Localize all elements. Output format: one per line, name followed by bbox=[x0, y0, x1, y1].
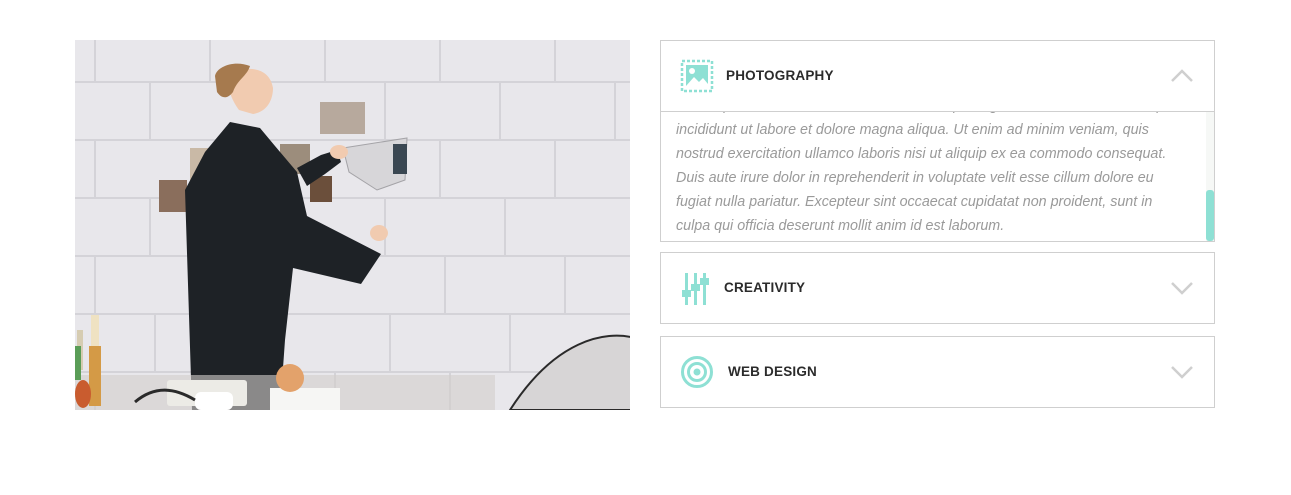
accordion-body-text: Lorem ipsum dolor sit amet, consectetur … bbox=[676, 112, 1177, 234]
target-icon bbox=[680, 354, 714, 390]
accordion-item-photography: PHOTOGRAPHY Lorem ipsum dolor sit amet, … bbox=[660, 40, 1215, 242]
accordion-item-creativity: CREATIVITY bbox=[660, 252, 1215, 324]
accordion-header-web-design[interactable]: WEB DESIGN bbox=[661, 337, 1214, 407]
sliders-icon bbox=[680, 270, 714, 306]
accordion-title: PHOTOGRAPHY bbox=[726, 68, 834, 83]
accordion-title: CREATIVITY bbox=[724, 280, 806, 295]
hero-photo bbox=[75, 40, 630, 410]
chevron-down-icon[interactable] bbox=[1170, 364, 1194, 380]
chevron-up-icon[interactable] bbox=[1170, 68, 1194, 84]
accordion-item-web-design: WEB DESIGN bbox=[660, 336, 1215, 408]
scrollbar-thumb[interactable] bbox=[1206, 190, 1214, 241]
accordion-header-photography[interactable]: PHOTOGRAPHY bbox=[661, 41, 1214, 111]
picture-icon bbox=[680, 58, 714, 94]
chevron-down-icon[interactable] bbox=[1170, 280, 1194, 296]
accordion-title: WEB DESIGN bbox=[728, 364, 818, 379]
accordion-panel-photography: Lorem ipsum dolor sit amet, consectetur … bbox=[661, 111, 1214, 241]
accordion-header-creativity[interactable]: CREATIVITY bbox=[661, 253, 1214, 323]
